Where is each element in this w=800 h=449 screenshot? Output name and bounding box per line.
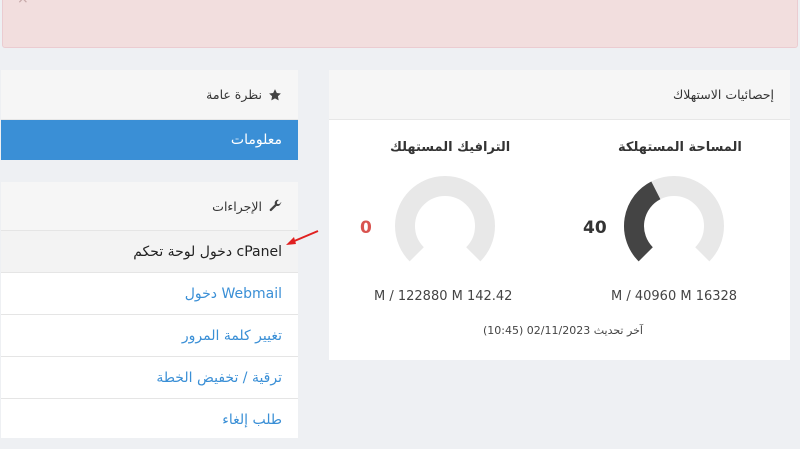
- cpanel-login-link[interactable]: دخول لوحة تحكم cPanel: [1, 230, 298, 272]
- star-icon: [269, 88, 281, 100]
- usage-stats-title: إحصائيات الاستهلاك: [672, 87, 774, 102]
- actions-panel: الإجراءات دخول لوحة تحكم cPanel دخول Web…: [1, 182, 298, 438]
- actions-header: الإجراءات: [1, 182, 298, 230]
- last-updated-text: آخر تحديث 02/11/2023 (10:45): [483, 324, 643, 337]
- bandwidth-usage-gauge: [395, 176, 495, 262]
- disk-gauge-fill: [624, 181, 661, 262]
- info-button[interactable]: معلومات: [1, 120, 298, 160]
- bandwidth-usage-detail: M / 122880 M 142.42: [374, 289, 513, 304]
- bandwidth-usage-value: 0: [360, 218, 372, 238]
- webmail-login-link[interactable]: دخول Webmail: [1, 272, 298, 314]
- annotation-arrow: [286, 230, 319, 245]
- request-cancellation-link[interactable]: طلب إلغاء: [1, 398, 298, 440]
- usage-stats-panel: إحصائيات الاستهلاك المساحة المستهلكة 40 …: [329, 70, 790, 360]
- bandwidth-gauge-track: [395, 176, 495, 262]
- disk-usage-detail: M / 40960 M 16328: [611, 289, 738, 304]
- change-password-link[interactable]: تغيير كلمة المرور: [1, 314, 298, 356]
- bandwidth-usage-title: الترافيك المستهلك: [390, 140, 511, 155]
- disk-usage-gauge: [624, 176, 724, 262]
- overview-title: نظرة عامة: [206, 87, 262, 102]
- disk-usage-title: المساحة المستهلكة: [618, 140, 742, 155]
- disk-usage-value: 40: [583, 218, 607, 238]
- wrench-icon: [269, 199, 282, 212]
- overview-panel: نظرة عامة معلومات: [1, 70, 298, 160]
- actions-title: الإجراءات: [212, 198, 262, 214]
- alert-box: ×: [2, 0, 798, 48]
- usage-stats-header: إحصائيات الاستهلاك: [329, 70, 790, 120]
- close-icon[interactable]: ×: [17, 0, 29, 7]
- overview-header: نظرة عامة: [1, 70, 298, 120]
- upgrade-downgrade-link[interactable]: ترقية / تخفيض الخطة: [1, 356, 298, 398]
